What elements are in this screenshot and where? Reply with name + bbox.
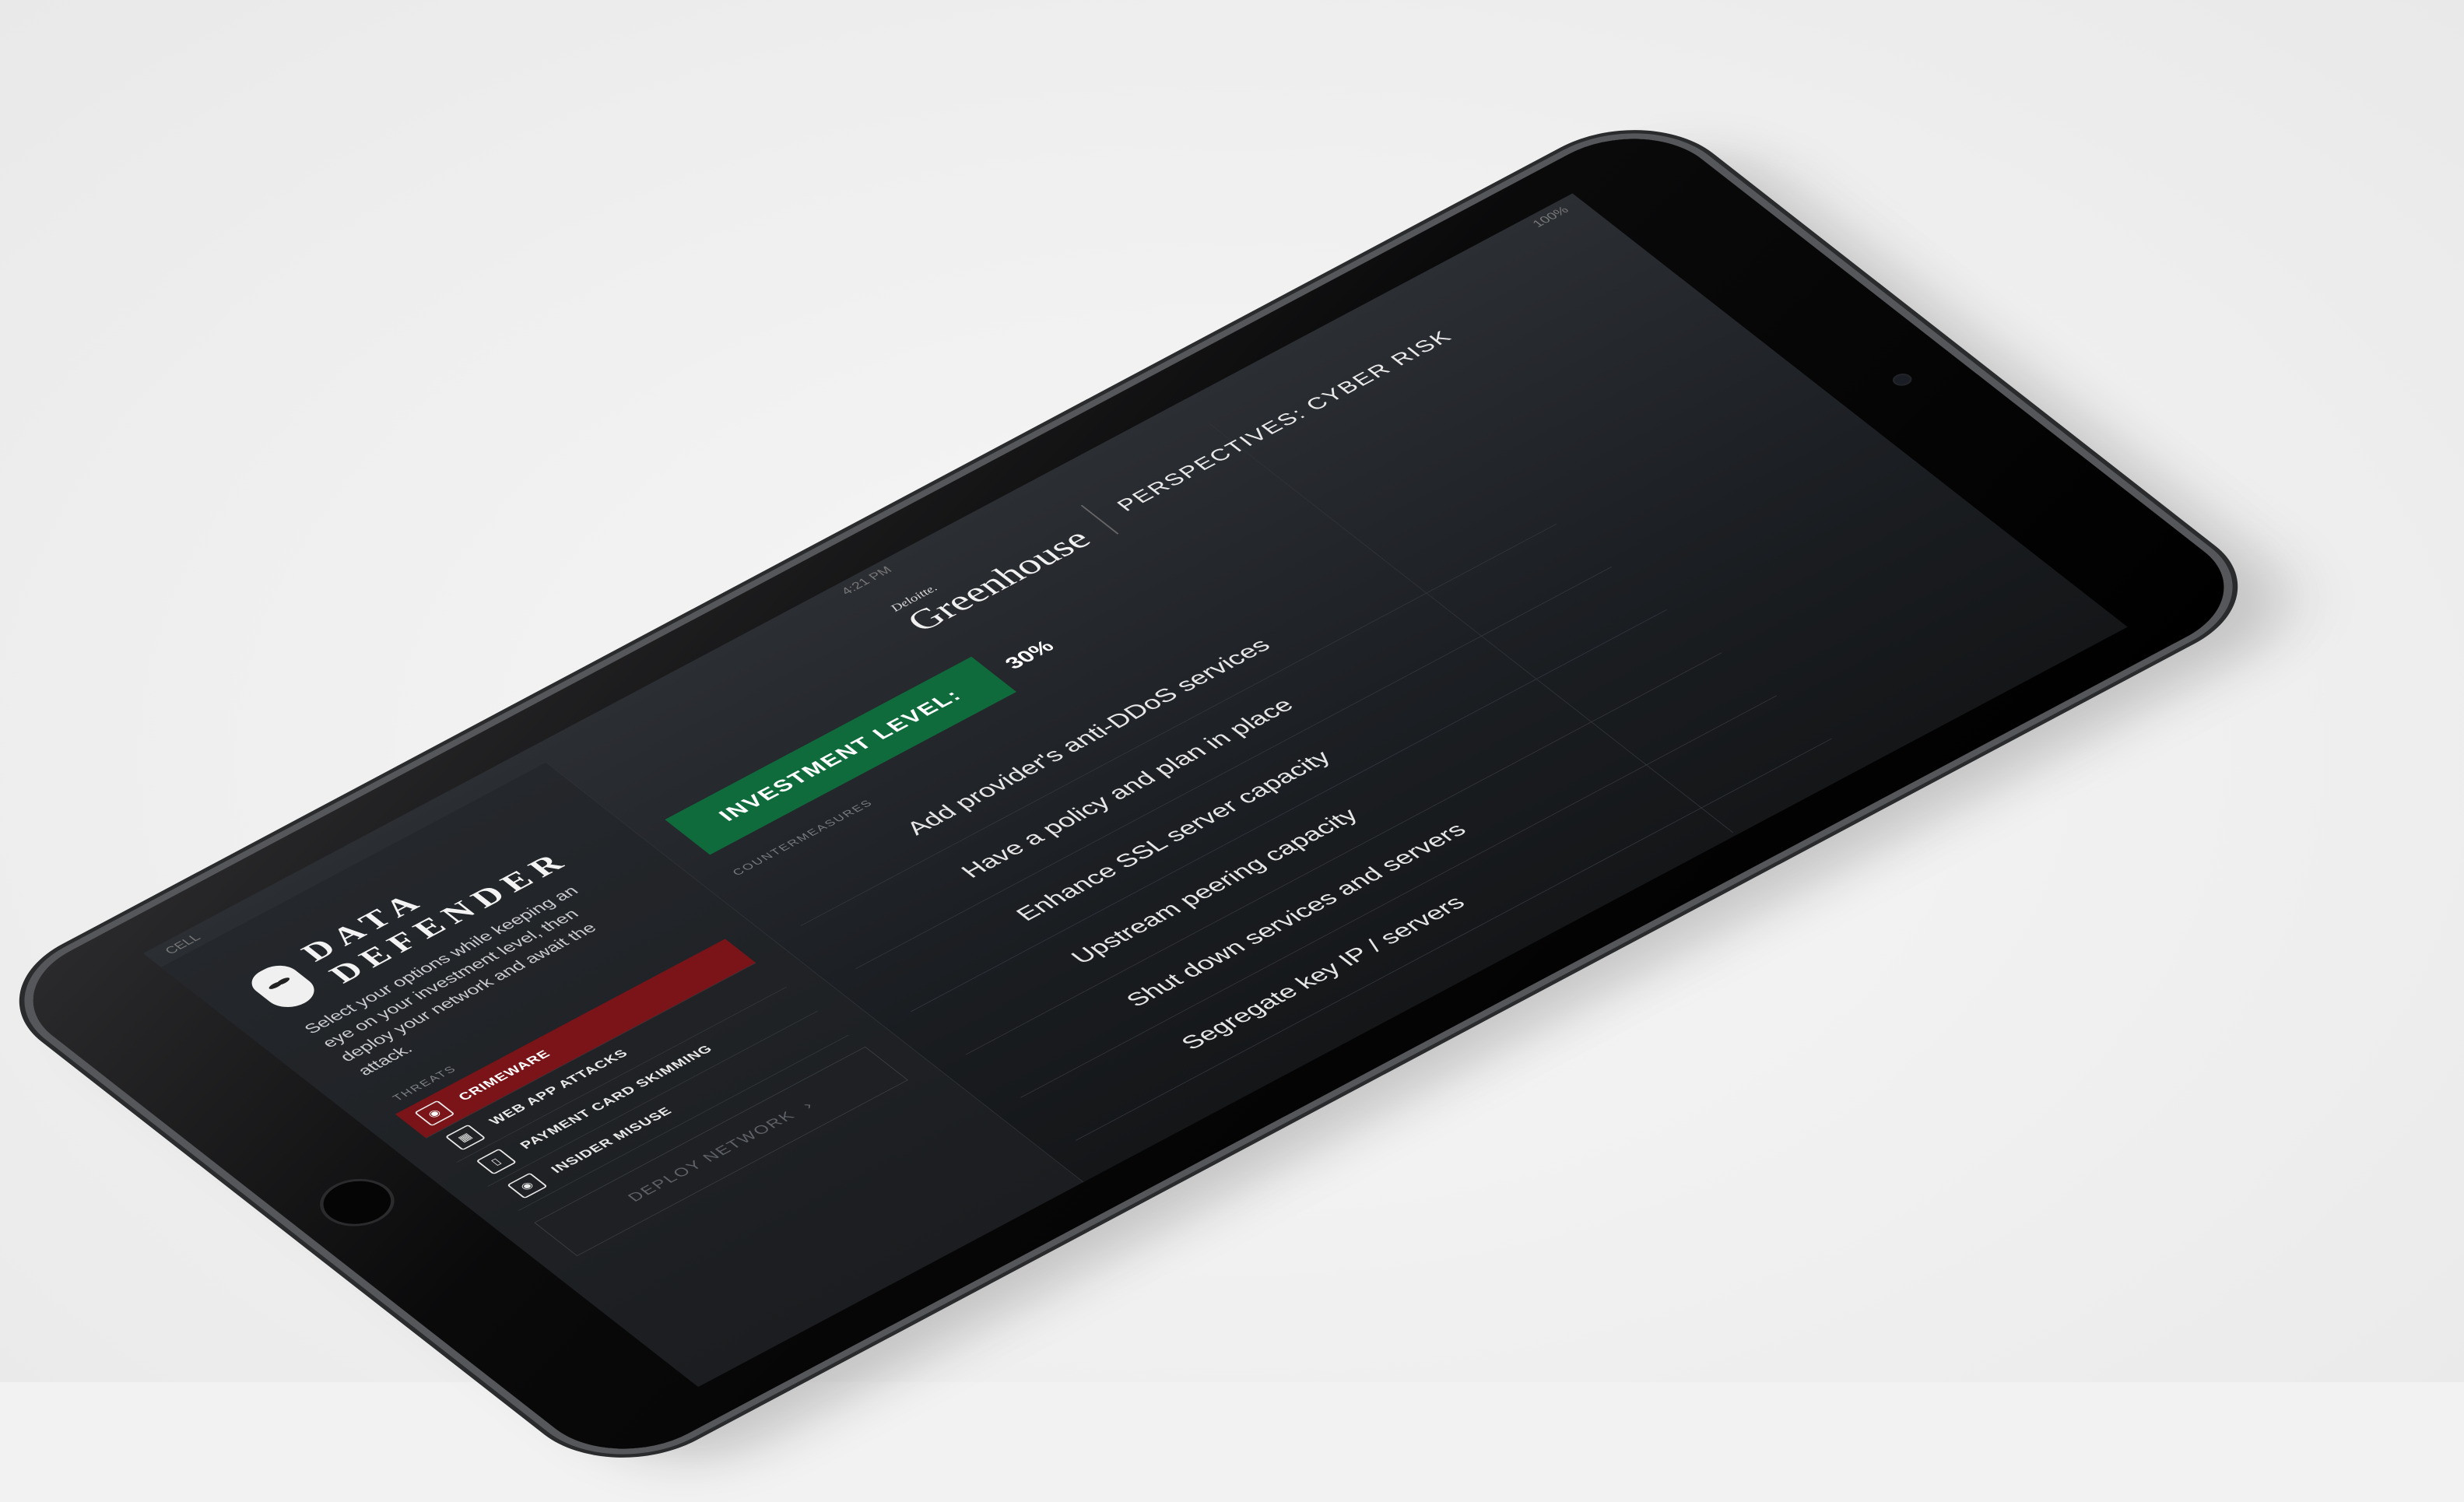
anonymous-mask-icon	[243, 960, 325, 1014]
tablet-device: CELL 4:21 PM 100% DATA DEFENDER Select y…	[0, 114, 2326, 1488]
lock-icon: ◉	[506, 1172, 548, 1199]
chevron-right-icon: ›	[798, 1097, 818, 1112]
backdrop: CELL 4:21 PM 100% DATA DEFENDER Select y…	[0, 0, 2464, 1488]
home-button[interactable]	[304, 1169, 409, 1237]
front-camera	[1889, 370, 1916, 388]
header-divider	[1080, 504, 1119, 535]
card-icon: ▯	[476, 1148, 518, 1175]
investment-value: 30%	[1000, 637, 1059, 673]
crimeware-icon: ◉	[413, 1100, 455, 1127]
grid-icon: ▦	[444, 1124, 486, 1151]
deloitte-greenhouse-logo: Deloitte. Greenhouse	[887, 514, 1100, 638]
